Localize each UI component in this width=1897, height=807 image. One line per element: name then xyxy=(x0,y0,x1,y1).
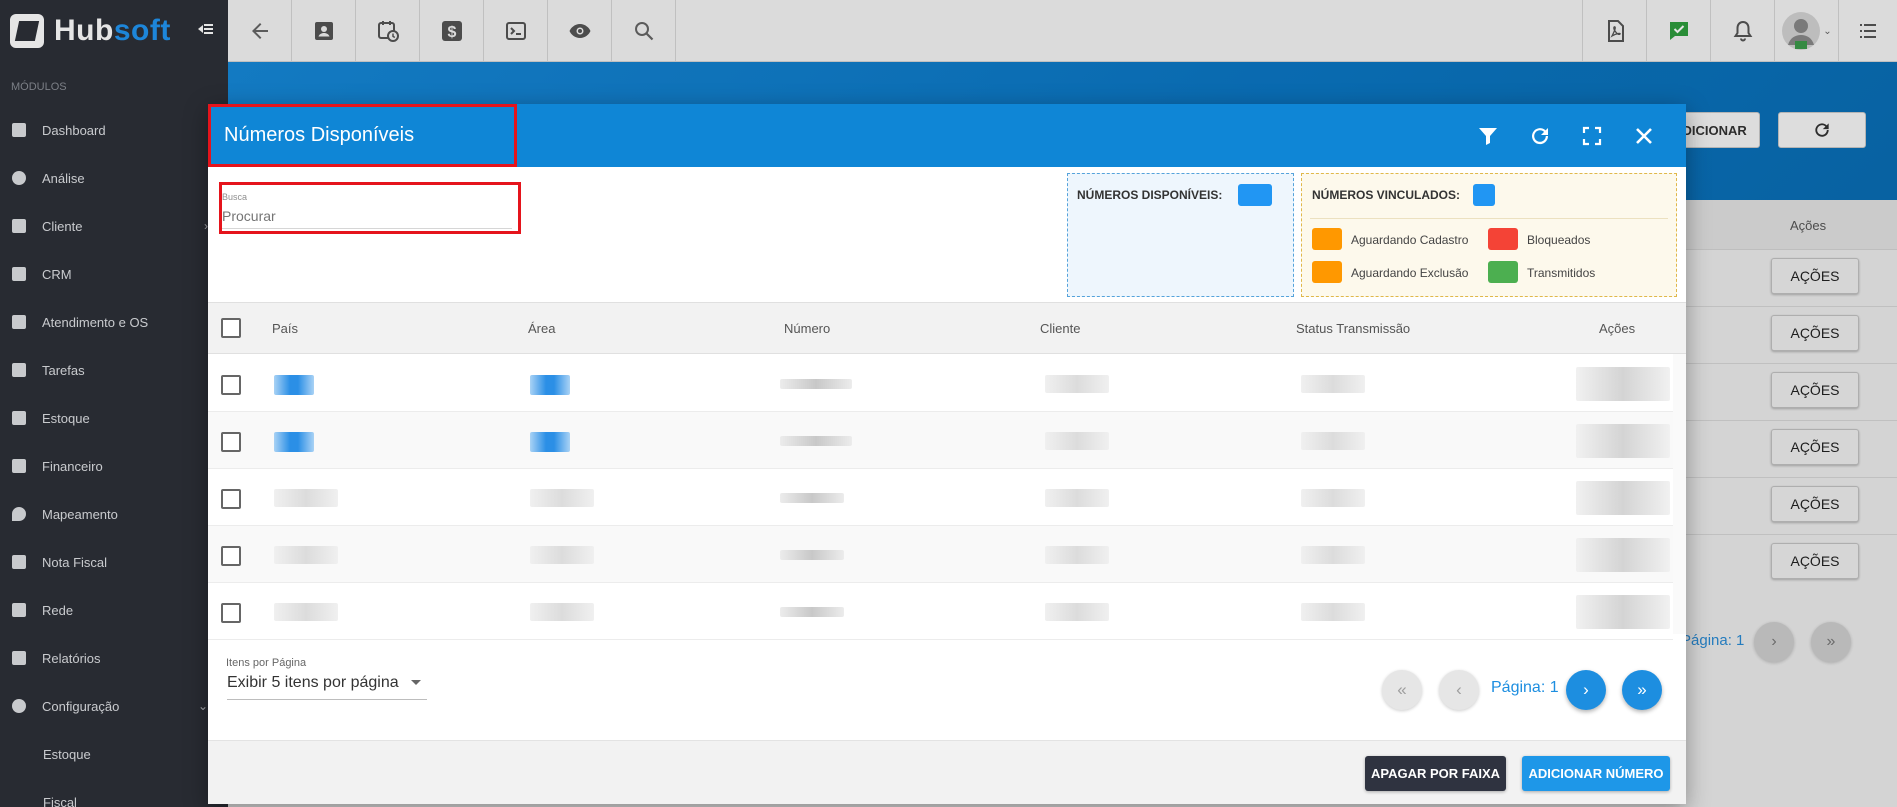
modal-header: Números Disponíveis xyxy=(208,104,1686,167)
table-row xyxy=(208,469,1673,526)
legend-aguardando-exclusao: Aguardando Exclusão xyxy=(1351,266,1469,280)
redacted-number xyxy=(780,379,852,389)
redacted-country xyxy=(274,489,338,507)
items-per-page-value: Exibir 5 itens por página xyxy=(227,674,399,691)
column-header-cliente[interactable]: Cliente xyxy=(1040,321,1080,336)
redacted-country-flag xyxy=(274,432,314,452)
legend-swatch-bloqueados xyxy=(1488,228,1518,250)
last-page-button[interactable]: » xyxy=(1622,670,1662,710)
row-checkbox[interactable] xyxy=(221,546,241,566)
redacted-action-button[interactable] xyxy=(1576,538,1670,572)
legend-bloqueados: Bloqueados xyxy=(1527,233,1591,247)
filter-icon[interactable] xyxy=(1476,124,1500,148)
redacted-action-button[interactable] xyxy=(1576,367,1670,401)
redacted-number xyxy=(780,550,844,560)
column-header-numero[interactable]: Número xyxy=(784,321,830,336)
redacted-action-button[interactable] xyxy=(1576,595,1670,629)
column-header-acoes: Ações xyxy=(1599,321,1636,336)
row-checkbox[interactable] xyxy=(221,375,241,395)
close-icon[interactable] xyxy=(1632,124,1656,148)
table-row xyxy=(208,412,1673,469)
redacted-status xyxy=(1301,546,1365,564)
delete-range-button[interactable]: APAGAR POR FAIXA xyxy=(1365,756,1506,791)
redacted-number xyxy=(780,607,844,617)
redacted-area-flag xyxy=(530,375,570,395)
double-chevron-right-icon: » xyxy=(1637,680,1647,699)
double-chevron-left-icon: « xyxy=(1397,680,1407,699)
redacted-action-button[interactable] xyxy=(1576,481,1670,515)
legend-swatch-transmitidos xyxy=(1488,261,1518,283)
legend-available-title: NÚMEROS DISPONÍVEIS: xyxy=(1077,188,1223,202)
redacted-status xyxy=(1301,603,1365,621)
row-checkbox[interactable] xyxy=(221,603,241,623)
column-header-status-transmissao[interactable]: Status Transmissão xyxy=(1296,321,1410,336)
refresh-icon[interactable] xyxy=(1528,124,1552,148)
redacted-client xyxy=(1045,603,1109,621)
redacted-number xyxy=(780,493,844,503)
legend-transmitidos: Transmitidos xyxy=(1527,266,1596,280)
legend-available-swatch xyxy=(1238,184,1272,206)
dropdown-arrow-icon xyxy=(411,680,421,685)
items-per-page-label: Itens por Página xyxy=(226,657,307,669)
table-row xyxy=(208,355,1673,412)
table-row xyxy=(208,526,1673,583)
redacted-action-button[interactable] xyxy=(1576,424,1670,458)
row-checkbox[interactable] xyxy=(221,489,241,509)
redacted-area xyxy=(530,603,594,621)
search-input[interactable] xyxy=(222,205,512,227)
fullscreen-icon[interactable] xyxy=(1580,124,1604,148)
row-checkbox[interactable] xyxy=(221,432,241,452)
column-header-area[interactable]: Área xyxy=(528,321,555,336)
redacted-status xyxy=(1301,432,1365,450)
chevron-left-icon: ‹ xyxy=(1456,680,1462,699)
first-page-button[interactable]: « xyxy=(1382,670,1422,710)
previous-page-button[interactable]: ‹ xyxy=(1439,670,1479,710)
redacted-client xyxy=(1045,432,1109,450)
chevron-right-icon: › xyxy=(1583,680,1589,699)
redacted-country xyxy=(274,603,338,621)
legend-linked-title: NÚMEROS VINCULADOS: xyxy=(1312,188,1461,202)
legend-aguardando-cadastro: Aguardando Cadastro xyxy=(1351,233,1469,247)
legend-swatch-aguardando-cadastro xyxy=(1312,228,1342,250)
title-highlight-box xyxy=(208,104,517,167)
legend-swatch-aguardando-exclusao xyxy=(1312,261,1342,283)
redacted-status xyxy=(1301,375,1365,393)
items-per-page-select[interactable]: Exibir 5 itens por página xyxy=(227,674,427,700)
table-row xyxy=(208,583,1673,640)
table-scrollbar[interactable] xyxy=(1673,354,1686,634)
redacted-area-flag xyxy=(530,432,570,452)
next-page-button[interactable]: › xyxy=(1566,670,1606,710)
redacted-area xyxy=(530,546,594,564)
search-underline xyxy=(222,228,512,229)
redacted-number xyxy=(780,436,852,446)
search-label: Busca xyxy=(222,192,248,202)
redacted-country xyxy=(274,546,338,564)
numeros-disponiveis-modal: Números Disponíveis Busca NÚMEROS DISPON… xyxy=(208,104,1686,804)
select-all-checkbox[interactable] xyxy=(221,318,241,338)
redacted-status xyxy=(1301,489,1365,507)
column-header-pais[interactable]: País xyxy=(272,321,298,336)
table-header: País Área Número Cliente Status Transmis… xyxy=(208,302,1686,354)
redacted-area xyxy=(530,489,594,507)
legend-linked-swatch xyxy=(1473,184,1495,206)
redacted-client xyxy=(1045,489,1109,507)
add-number-button[interactable]: ADICIONAR NÚMERO xyxy=(1522,756,1670,791)
current-page-label: Página: 1 xyxy=(1491,679,1559,696)
redacted-client xyxy=(1045,546,1109,564)
legend-separator xyxy=(1310,218,1668,219)
redacted-client xyxy=(1045,375,1109,393)
redacted-country-flag xyxy=(274,375,314,395)
